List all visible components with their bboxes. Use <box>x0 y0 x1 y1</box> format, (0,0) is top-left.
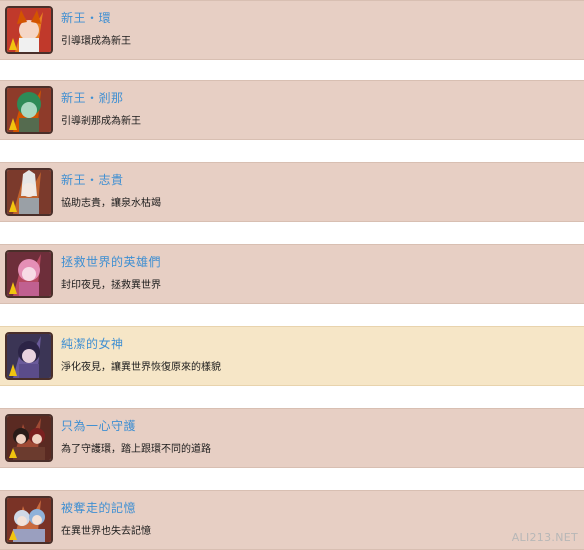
achievement-description: 在異世界也失去記憶 <box>61 526 151 537</box>
achievement-description: 協助志貴，讓泉水枯竭 <box>61 198 161 209</box>
portrait-guardians-icon <box>5 414 53 462</box>
achievement-title: 新王・環 <box>61 11 112 25</box>
portrait-shiki-icon <box>5 168 53 216</box>
site-watermark: ALI213.NET <box>511 531 578 544</box>
portrait-memory-icon <box>5 496 53 544</box>
achievement-title: 純潔的女神 <box>61 337 124 351</box>
achievement-description: 引導剎那成為新王 <box>61 116 141 127</box>
achievement-title: 拯救世界的英雄們 <box>61 255 162 269</box>
achievement-title: 新王・志貴 <box>61 173 124 187</box>
achievement-row: 新王・志貴 協助志貴，讓泉水枯竭 <box>0 162 584 222</box>
achievement-row: 新王・環 引導環成為新王 <box>0 0 584 60</box>
portrait-setsuna-icon <box>5 86 53 134</box>
achievement-title: 新王・剎那 <box>61 91 124 105</box>
achievement-title: 只為一心守護 <box>61 419 137 433</box>
achievement-title: 被奪走的記憶 <box>61 501 137 515</box>
portrait-goddess-icon <box>5 332 53 380</box>
achievement-description: 引導環成為新王 <box>61 36 131 47</box>
portrait-heroes-icon <box>5 250 53 298</box>
achievement-row: 只為一心守護 為了守護環，踏上跟環不同的道路 <box>0 408 584 468</box>
achievement-row-highlighted: 純潔的女神 淨化夜見，讓異世界恢復原來的樣貌 <box>0 326 584 386</box>
achievement-description: 為了守護環，踏上跟環不同的道路 <box>61 444 211 455</box>
achievement-row: 拯救世界的英雄們 封印夜見，拯救異世界 <box>0 244 584 304</box>
portrait-tamaki-icon <box>5 6 53 54</box>
achievement-row: 新王・剎那 引導剎那成為新王 <box>0 80 584 140</box>
achievement-description: 封印夜見，拯救異世界 <box>61 280 161 291</box>
achievement-description: 淨化夜見，讓異世界恢復原來的樣貌 <box>61 362 221 373</box>
achievement-row: 被奪走的記憶 在異世界也失去記憶 <box>0 490 584 550</box>
